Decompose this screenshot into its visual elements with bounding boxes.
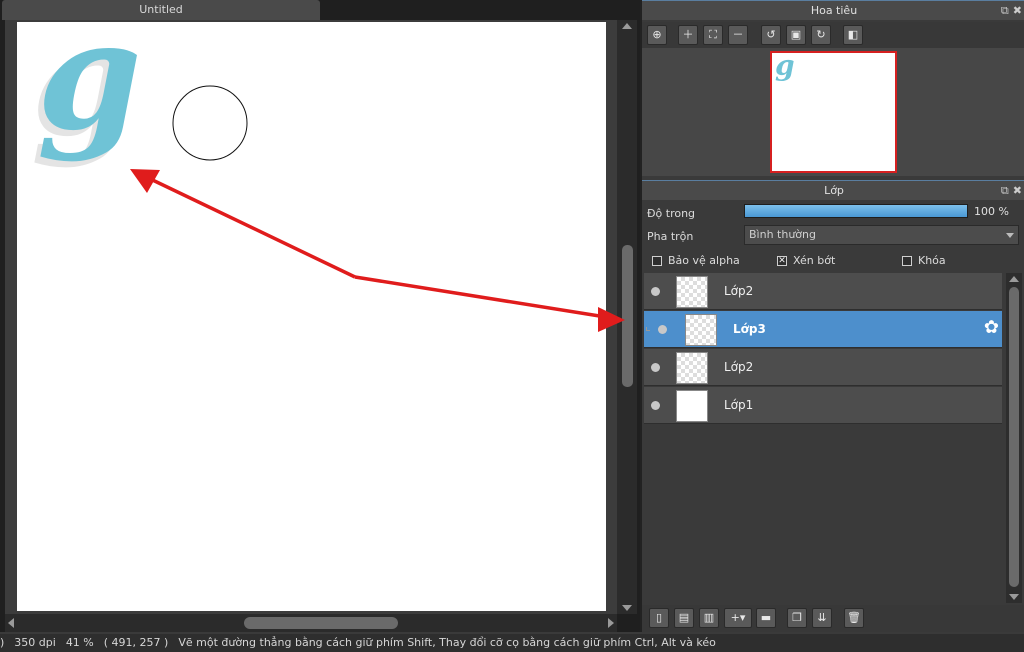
layer-row[interactable]: Lớp2 xyxy=(644,349,1002,386)
navigator-thumbnail-art: g xyxy=(775,49,795,82)
layer-name: Lớp2 xyxy=(724,360,754,374)
scroll-down-icon[interactable] xyxy=(1009,594,1019,600)
layer-thumbnail xyxy=(676,390,708,422)
layer-toolbar: ▯ ▤ ▥ +▾ ▬ ❐ ⇊ 🗑 xyxy=(642,605,1024,632)
new-folder-icon[interactable]: ▬ xyxy=(756,608,776,628)
status-hint: Vẽ một đường thẳng bằng cách giữ phím Sh… xyxy=(178,636,716,649)
blend-mode-select[interactable]: Bình thường xyxy=(744,225,1019,245)
layer-row[interactable]: Lớp2 xyxy=(644,273,1002,310)
layer-list-scroll-thumb[interactable] xyxy=(1009,287,1019,587)
rotate-right-icon[interactable]: ↻ xyxy=(811,25,831,45)
fit-selection-icon[interactable]: ▣ xyxy=(786,25,806,45)
scroll-up-icon[interactable] xyxy=(622,23,632,29)
delete-layer-icon[interactable]: 🗑 xyxy=(844,608,864,628)
status-bar: ) 350 dpi 41 % ( 491, 257 ) Vẽ một đường thẳ… xyxy=(0,634,1024,652)
clipping-label: Xén bớt xyxy=(793,254,836,267)
popout-icon[interactable]: ⧉ xyxy=(1001,184,1009,197)
lock-label: Khóa xyxy=(918,254,946,267)
navigator-header: Hoa tiêu ⧉ ✖ xyxy=(642,0,1024,20)
layer-list: Lớp2 Lớp3 ✿ Lớp2 Lớp1 xyxy=(644,273,1004,603)
canvas-vertical-scrollbar[interactable] xyxy=(617,20,637,614)
brush-cursor-circle xyxy=(172,85,248,161)
opacity-slider[interactable] xyxy=(744,204,968,218)
canvas-paper[interactable]: g g xyxy=(17,22,606,611)
layer-thumbnail xyxy=(676,276,708,308)
navigator-preview[interactable]: g xyxy=(642,48,1024,176)
checkbox-box xyxy=(902,255,912,266)
layer-row[interactable]: Lớp1 xyxy=(644,387,1002,424)
glyph-g: g xyxy=(37,22,142,164)
zoom-in-icon[interactable]: ＋ xyxy=(678,25,698,45)
merge-down-icon[interactable]: ⇊ xyxy=(812,608,832,628)
thumb-glyph: g xyxy=(775,53,795,82)
checkbox-box xyxy=(652,255,662,266)
visibility-icon[interactable] xyxy=(658,325,667,334)
new-layer-icon[interactable]: ▯ xyxy=(649,608,669,628)
navigator-thumbnail[interactable]: g xyxy=(770,49,897,173)
chevron-down-icon xyxy=(1006,233,1014,238)
status-dpi: 350 dpi xyxy=(14,636,56,649)
fit-window-icon[interactable]: ⛶ xyxy=(703,25,723,45)
opacity-slider-fill xyxy=(745,205,967,217)
blend-mode-value: Bình thường xyxy=(749,228,816,241)
document-tab[interactable]: Untitled xyxy=(2,0,320,20)
checkbox-box: ✕ xyxy=(777,255,787,266)
layer-panel-header: Lớp ⧉ ✖ xyxy=(642,180,1024,200)
status-coords: ( 491, 257 ) xyxy=(103,636,169,649)
lock-checkbox[interactable]: Khóa xyxy=(902,254,946,267)
layer-name: Lớp2 xyxy=(724,284,754,298)
new-8bit-layer-icon[interactable]: ▥ xyxy=(699,608,719,628)
layer-thumbnail xyxy=(676,352,708,384)
navigator-toolbar: ⊕ ＋ ⛶ － ↺ ▣ ↻ ◧ xyxy=(642,22,1024,48)
scroll-right-icon[interactable] xyxy=(608,618,614,628)
scroll-left-icon[interactable] xyxy=(8,618,14,628)
zoom-out-icon[interactable]: － xyxy=(728,25,748,45)
layer-panel-title: Lớp xyxy=(824,184,844,197)
popout-icon[interactable]: ⧉ xyxy=(1001,4,1009,17)
vertical-scroll-thumb[interactable] xyxy=(622,245,633,387)
protect-alpha-label: Bảo vệ alpha xyxy=(668,254,740,267)
layer-thumbnail xyxy=(685,314,717,346)
opacity-value: 100 % xyxy=(974,205,1009,218)
horizontal-scroll-thumb[interactable] xyxy=(244,617,398,629)
rotate-left-icon[interactable]: ↺ xyxy=(761,25,781,45)
close-icon[interactable]: ✖ xyxy=(1013,184,1022,197)
visibility-icon[interactable] xyxy=(651,363,660,372)
duplicate-layer-icon[interactable]: ❐ xyxy=(787,608,807,628)
visibility-icon[interactable] xyxy=(651,401,660,410)
flip-horizontal-icon[interactable]: ◧ xyxy=(843,25,863,45)
navigator-title: Hoa tiêu xyxy=(810,4,858,17)
zoom-actual-icon[interactable]: ⊕ xyxy=(647,25,667,45)
opacity-label: Độ trong xyxy=(647,207,696,220)
status-prefix: ) xyxy=(0,636,5,649)
canvas-artwork: g g xyxy=(31,22,248,170)
clipping-checkbox[interactable]: ✕ Xén bớt xyxy=(777,254,835,267)
layer-name: Lớp1 xyxy=(724,398,754,412)
layer-name: Lớp3 xyxy=(733,322,766,336)
visibility-icon[interactable] xyxy=(651,287,660,296)
close-icon[interactable]: ✖ xyxy=(1013,4,1022,17)
layer-panel: Độ trong 100 % Pha trộn Bình thường Bảo … xyxy=(642,200,1024,632)
protect-alpha-checkbox[interactable]: Bảo vệ alpha xyxy=(652,254,740,267)
scroll-up-icon[interactable] xyxy=(1009,276,1019,282)
new-halftone-layer-icon[interactable]: ▤ xyxy=(674,608,694,628)
clipping-indicator-icon xyxy=(646,327,650,331)
add-layer-menu-icon[interactable]: +▾ xyxy=(724,608,752,628)
gear-icon[interactable]: ✿ xyxy=(984,319,999,337)
canvas-horizontal-scrollbar[interactable] xyxy=(5,614,617,632)
blend-label: Pha trộn xyxy=(647,230,694,243)
status-zoom: 41 % xyxy=(65,636,94,649)
scroll-down-icon[interactable] xyxy=(622,605,632,611)
layer-row-selected[interactable]: Lớp3 ✿ xyxy=(644,311,1002,348)
right-dock: Hoa tiêu ⧉ ✖ ⊕ ＋ ⛶ － ↺ ▣ ↻ ◧ g Lớp ⧉ ✖ Độ … xyxy=(640,0,1024,632)
layer-list-scrollbar[interactable] xyxy=(1006,273,1022,603)
document-area: Untitled g g xyxy=(0,0,640,632)
